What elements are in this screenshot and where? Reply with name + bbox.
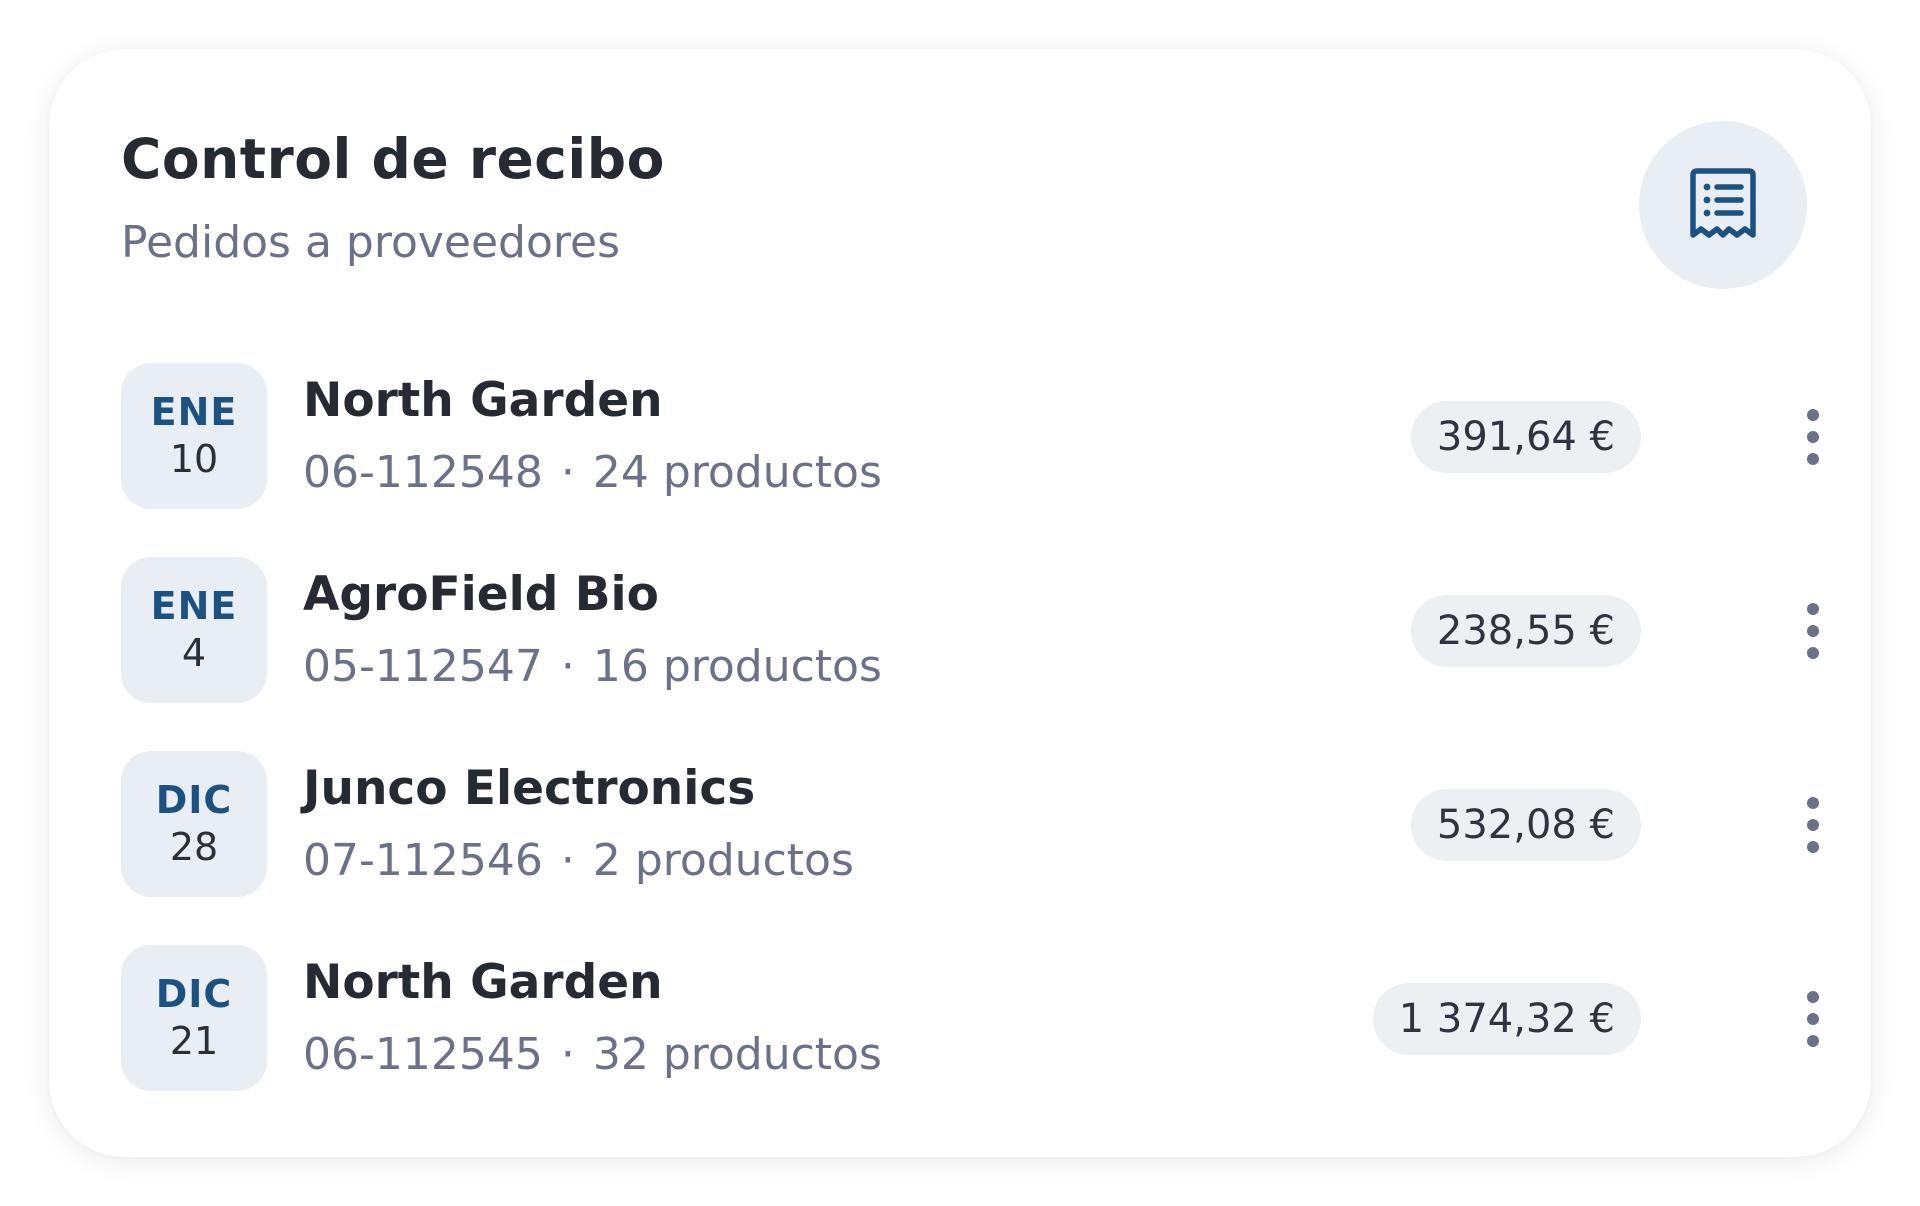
order-meta: 07-112546 · 2 productos [303,835,854,886]
order-row[interactable]: DIC 21 North Garden 06-112545 · 32 product… [121,945,1821,1091]
date-day: 10 [169,437,219,481]
amount-badge: 1 374,32 € [1372,983,1641,1055]
meta-separator: · [560,835,575,886]
date-month: DIC [155,972,233,1016]
order-meta: 06-112545 · 32 productos [303,1029,882,1080]
row-menu-button[interactable] [1781,789,1845,861]
supplier-name: AgroField Bio [303,567,659,622]
product-count: 2 productos [592,835,854,886]
meta-separator: · [560,641,575,692]
product-count: 32 productos [592,1029,882,1080]
order-row[interactable]: ENE 10 North Garden 06-112548 · 24 product… [121,363,1821,509]
amount-badge: 532,08 € [1410,789,1641,861]
order-id: 07-112546 [303,835,543,886]
card-subtitle: Pedidos a proveedores [121,217,621,268]
card-title: Control de recibo [121,127,665,191]
order-meta: 05-112547 · 16 productos [303,641,882,692]
meta-separator: · [560,447,575,498]
receipt-icon [1690,168,1756,238]
receipt-control-card: Control de recibo Pedidos a proveedores … [49,49,1871,1157]
more-vertical-icon [1807,603,1819,659]
date-month: ENE [150,390,238,434]
more-vertical-icon [1807,991,1819,1047]
more-vertical-icon [1807,797,1819,853]
date-badge: DIC 28 [121,751,267,897]
product-count: 24 productos [592,447,882,498]
order-id: 06-112545 [303,1029,543,1080]
order-id: 05-112547 [303,641,543,692]
order-id: 06-112548 [303,447,543,498]
supplier-name: North Garden [303,955,663,1010]
meta-separator: · [560,1029,575,1080]
date-day: 28 [169,825,219,869]
date-day: 4 [181,631,207,675]
more-vertical-icon [1807,409,1819,465]
row-menu-button[interactable] [1781,401,1845,473]
date-badge: ENE 4 [121,557,267,703]
row-menu-button[interactable] [1781,983,1845,1055]
supplier-name: North Garden [303,373,663,428]
product-count: 16 productos [592,641,882,692]
order-row[interactable]: ENE 4 AgroField Bio 05-112547 · 16 product… [121,557,1821,703]
date-badge: DIC 21 [121,945,267,1091]
order-meta: 06-112548 · 24 productos [303,447,882,498]
order-row[interactable]: DIC 28 Junco Electronics 07-112546 · 2 pro… [121,751,1821,897]
date-badge: ENE 10 [121,363,267,509]
supplier-name: Junco Electronics [303,761,756,816]
date-month: DIC [155,778,233,822]
row-menu-button[interactable] [1781,595,1845,667]
receipt-button[interactable] [1639,121,1807,289]
amount-badge: 391,64 € [1410,401,1641,473]
date-day: 21 [169,1019,219,1063]
date-month: ENE [150,584,238,628]
amount-badge: 238,55 € [1410,595,1641,667]
